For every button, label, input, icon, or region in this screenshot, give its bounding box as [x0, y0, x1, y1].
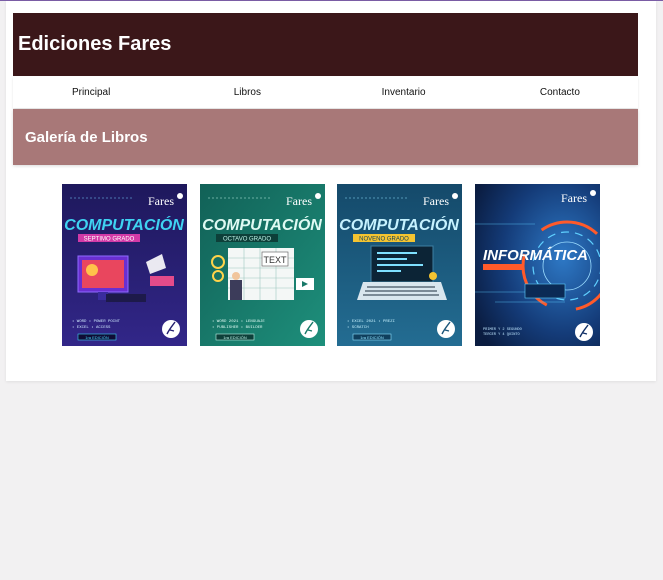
gallery-title: Galería de Libros — [25, 128, 148, 146]
nav-item-inventario[interactable]: Inventario — [326, 77, 482, 108]
svg-text:COMPUTACIÓN: COMPUTACIÓN — [202, 215, 322, 234]
book-cover-art: Fares INFORMÁTICA PRIMER Y 2 SEGUNDO TER… — [475, 184, 600, 346]
svg-text:TEXT: TEXT — [263, 255, 287, 265]
svg-text:Fares: Fares — [423, 194, 449, 208]
book-cover-computacion-noveno[interactable]: Fares COMPUTACIÓN NOVENO GRADO • EXCEL 2… — [337, 184, 462, 346]
svg-text:• SCRATCH: • SCRATCH — [347, 326, 369, 330]
book-cover-computacion-octavo[interactable]: Fares COMPUTACIÓN OCTAVO GRADO TEXT • WO… — [200, 184, 325, 346]
svg-text:OCTAVO GRADO: OCTAVO GRADO — [223, 237, 271, 243]
svg-text:• PUBLISHER • BUILDER: • PUBLISHER • BUILDER — [212, 326, 263, 330]
svg-text:Fares: Fares — [286, 194, 312, 208]
svg-text:• WORD • POWER POINT: • WORD • POWER POINT — [72, 320, 121, 324]
brand-title[interactable]: Ediciones Fares — [18, 33, 171, 56]
svg-text:NOVENO GRADO: NOVENO GRADO — [359, 237, 409, 243]
book-cover-art: Fares COMPUTACIÓN SEPTIMO GRADO • WORD •… — [62, 184, 187, 346]
svg-text:• EXCEL • ACCESS: • EXCEL • ACCESS — [72, 326, 111, 330]
book-cover-art: Fares COMPUTACIÓN OCTAVO GRADO TEXT • WO… — [200, 184, 325, 346]
nav-item-libros[interactable]: Libros — [169, 77, 325, 108]
book-cover-art: Fares COMPUTACIÓN NOVENO GRADO • EXCEL 2… — [337, 184, 462, 346]
site-header: Ediciones Fares — [13, 13, 638, 76]
gallery-banner: Galería de Libros — [13, 109, 638, 165]
main-nav: Principal Libros Inventario Contacto — [13, 77, 638, 108]
feather-seal-icon — [437, 320, 455, 338]
svg-text:COMPUTACIÓN: COMPUTACIÓN — [64, 215, 184, 234]
svg-text:INFORMÁTICA: INFORMÁTICA — [483, 247, 588, 264]
svg-text:Fares: Fares — [561, 191, 587, 205]
svg-text:SEPTIMO GRADO: SEPTIMO GRADO — [84, 237, 135, 243]
svg-text:Fares: Fares — [148, 194, 174, 208]
svg-text:1ra EDICIÓN: 1ra EDICIÓN — [223, 335, 247, 340]
nav-item-contacto[interactable]: Contacto — [482, 77, 638, 108]
svg-text:COMPUTACIÓN: COMPUTACIÓN — [339, 215, 459, 234]
svg-text:1ra EDICIÓN: 1ra EDICIÓN — [85, 335, 109, 340]
book-cover-computacion-septimo[interactable]: Fares COMPUTACIÓN SEPTIMO GRADO • WORD •… — [62, 184, 187, 346]
svg-text:PRIMER Y 2 SEGUNDO: PRIMER Y 2 SEGUNDO — [483, 328, 522, 332]
feather-seal-icon — [162, 320, 180, 338]
feather-seal-icon — [300, 320, 318, 338]
svg-text:• WORD 2021 • LENGUAJE: • WORD 2021 • LENGUAJE — [212, 320, 265, 324]
book-cover-informatica[interactable]: Fares INFORMÁTICA PRIMER Y 2 SEGUNDO TER… — [475, 184, 600, 346]
nav-item-principal[interactable]: Principal — [13, 77, 169, 108]
svg-text:TERCER Y 4 QUINTO: TERCER Y 4 QUINTO — [483, 333, 520, 337]
svg-text:1ra EDICIÓN: 1ra EDICIÓN — [360, 335, 384, 340]
feather-seal-icon — [575, 323, 593, 341]
svg-text:• EXCEL 2021 • PREZI: • EXCEL 2021 • PREZI — [347, 320, 395, 324]
